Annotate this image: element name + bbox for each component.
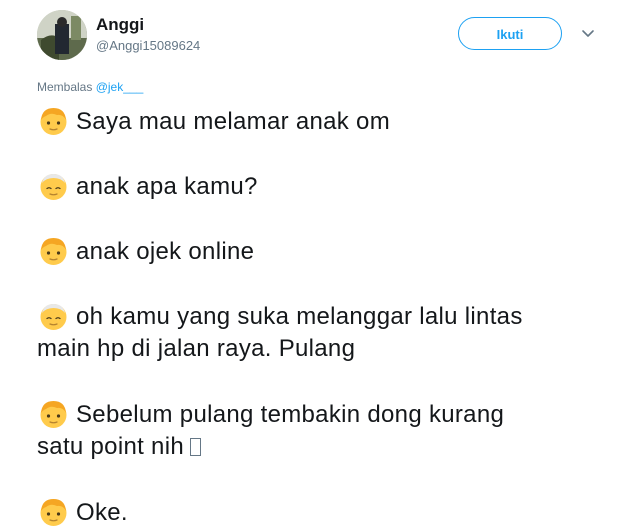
reply-prefix: Membalas [37,80,93,94]
author-handle[interactable]: @Anggi15089624 [96,38,200,53]
blond-person-emoji-icon [37,234,70,267]
tweet-line-text: anak apa kamu? [76,173,258,200]
reply-context: Membalas @jek___ [37,80,143,94]
missing-glyph-icon [189,438,201,456]
blond-person-emoji-icon [37,495,70,528]
older-person-emoji-icon [37,169,70,202]
tweet-text: Saya mau melamar anak om anak apa kamu? … [37,104,627,528]
reply-mention-link[interactable]: @jek___ [96,80,144,94]
tweet-line: anak apa kamu? [37,169,627,202]
follow-button[interactable]: Ikuti [458,17,562,50]
chevron-down-icon[interactable] [580,25,596,41]
tweet-line-text: satu point nih [37,433,184,460]
tweet-line: anak ojek online [37,234,627,267]
tweet-line-text: main hp di jalan raya. Pulang [37,335,356,362]
tweet-line-text: anak ojek online [76,238,255,265]
tweet-line: oh kamu yang suka melanggar lalu lintas [37,299,627,332]
blond-person-emoji-icon [37,397,70,430]
blond-person-emoji-icon [37,104,70,137]
tweet-line-text: Saya mau melamar anak om [76,108,390,135]
avatar[interactable] [37,10,87,60]
tweet-line-continuation: satu point nih [37,430,627,463]
tweet-line: Saya mau melamar anak om [37,104,627,137]
tweet-line-text: Sebelum pulang tembakin dong kurang [76,401,505,428]
tweet-line-text: oh kamu yang suka melanggar lalu lintas [76,303,523,330]
tweet-header: Anggi @Anggi15089624 Ikuti [0,0,635,70]
tweet-line-continuation: main hp di jalan raya. Pulang [37,332,627,365]
tweet-line: Sebelum pulang tembakin dong kurang [37,397,627,430]
author-name[interactable]: Anggi [96,15,144,35]
tweet-line: Oke. [37,495,627,528]
tweet-line-text: Oke. [76,499,128,526]
older-person-emoji-icon [37,299,70,332]
